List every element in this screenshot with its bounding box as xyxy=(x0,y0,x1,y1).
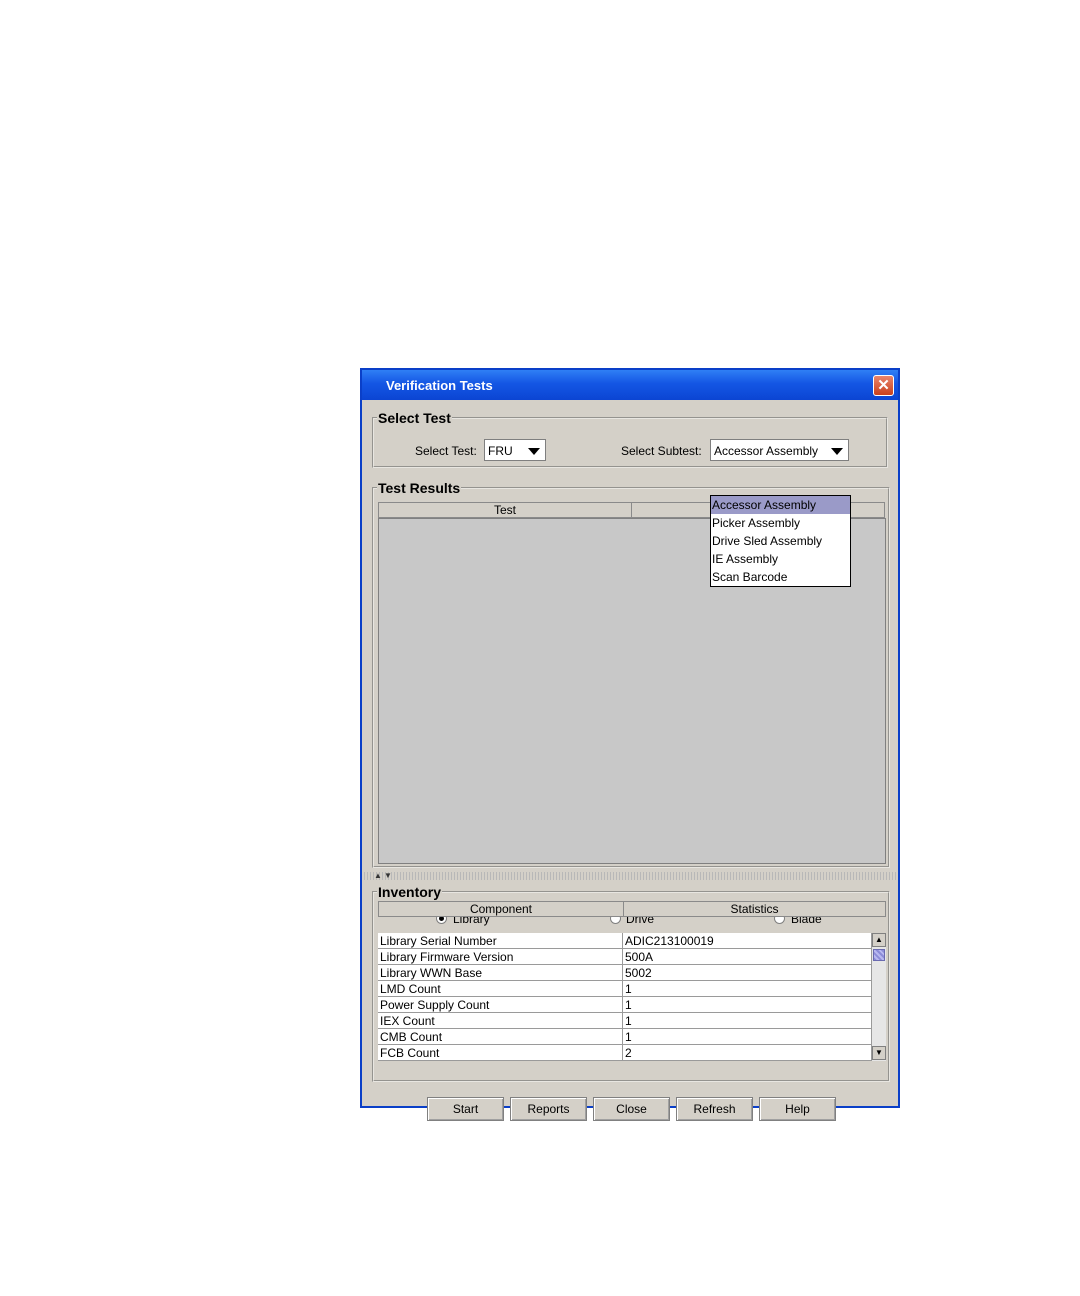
statistics-cell: 1 xyxy=(625,1030,632,1044)
select-test-combo[interactable]: FRU xyxy=(484,439,546,461)
component-cell: CMB Count xyxy=(380,1030,443,1044)
statistics-cell: 2 xyxy=(625,1046,632,1060)
dialog-body: Select Test Select Test: FRU Select Subt… xyxy=(364,402,896,1121)
table-row[interactable]: Library Firmware Version 500A xyxy=(378,949,871,965)
inventory-table: Library Serial Number ADIC213100019 Libra… xyxy=(378,933,871,1061)
component-cell: Library Firmware Version xyxy=(380,950,514,964)
dropdown-option[interactable]: Picker Assembly xyxy=(711,514,850,532)
table-row[interactable]: IEX Count 1 xyxy=(378,1013,871,1029)
scroll-up-button[interactable]: ▲ xyxy=(872,933,886,947)
statistics-cell: 1 xyxy=(625,998,632,1012)
start-button[interactable]: Start xyxy=(427,1097,504,1121)
select-test-label: Select Test: xyxy=(415,444,477,458)
component-cell: Power Supply Count xyxy=(380,998,490,1012)
split-pane-divider[interactable]: ▲ ▼ xyxy=(364,872,896,880)
test-results-group-label: Test Results xyxy=(378,480,461,496)
select-test-group-label: Select Test xyxy=(378,410,451,426)
dropdown-option[interactable]: IE Assembly xyxy=(711,550,850,568)
table-row[interactable]: LMD Count 1 xyxy=(378,981,871,997)
table-row[interactable]: Library Serial Number ADIC213100019 xyxy=(378,933,871,949)
dropdown-option[interactable]: Accessor Assembly xyxy=(711,496,850,514)
help-button[interactable]: Help xyxy=(759,1097,836,1121)
select-subtest-value: Accessor Assembly xyxy=(714,444,819,458)
close-button[interactable]: Close xyxy=(593,1097,670,1121)
close-window-button[interactable]: ✕ xyxy=(873,375,894,396)
select-subtest-label: Select Subtest: xyxy=(621,444,702,458)
statistics-cell: 500A xyxy=(625,950,654,964)
refresh-button[interactable]: Refresh xyxy=(676,1097,753,1121)
arrow-down-icon: ▼ xyxy=(875,1048,883,1057)
table-row[interactable]: CMB Count 1 xyxy=(378,1029,871,1045)
table-row[interactable]: Power Supply Count 1 xyxy=(378,997,871,1013)
inventory-scrollbar[interactable]: ▲ ▼ xyxy=(871,933,886,1061)
statistics-cell: 1 xyxy=(625,982,632,996)
arrow-up-icon: ▲ xyxy=(875,935,883,944)
scroll-thumb[interactable] xyxy=(873,949,885,961)
component-cell: FCB Count xyxy=(380,1046,440,1060)
subtest-dropdown-list: Accessor Assembly Picker Assembly Drive … xyxy=(710,495,851,587)
component-cell: IEX Count xyxy=(380,1014,435,1028)
table-row[interactable]: Library WWN Base 5002 xyxy=(378,965,871,981)
collapse-up-icon[interactable]: ▲ xyxy=(374,872,382,880)
select-subtest-combo[interactable]: Accessor Assembly xyxy=(710,439,849,461)
dropdown-option[interactable]: Scan Barcode xyxy=(711,568,850,586)
close-icon: ✕ xyxy=(877,377,890,394)
chevron-down-icon xyxy=(831,448,843,455)
verification-tests-dialog: Verification Tests ✕ Select Test Select … xyxy=(360,368,900,1121)
reports-button[interactable]: Reports xyxy=(510,1097,587,1121)
scroll-down-button[interactable]: ▼ xyxy=(872,1046,886,1060)
inventory-group-label: Inventory xyxy=(378,884,442,900)
select-test-value: FRU xyxy=(488,444,513,458)
component-column-header[interactable]: Component xyxy=(378,901,624,917)
statistics-cell: 5002 xyxy=(625,966,652,980)
dropdown-option[interactable]: Drive Sled Assembly xyxy=(711,532,850,550)
statistics-column-header[interactable]: Statistics xyxy=(623,901,886,917)
component-cell: LMD Count xyxy=(380,982,441,996)
statistics-cell: ADIC213100019 xyxy=(625,934,714,948)
test-column-header[interactable]: Test xyxy=(378,502,632,518)
statistics-cell: 1 xyxy=(625,1014,632,1028)
table-row[interactable]: FCB Count 2 xyxy=(378,1045,871,1061)
component-cell: Library WWN Base xyxy=(380,966,483,980)
window-title: Verification Tests xyxy=(386,378,493,393)
chevron-down-icon xyxy=(528,448,540,455)
collapse-down-icon[interactable]: ▼ xyxy=(384,872,392,880)
title-bar[interactable]: Verification Tests ✕ xyxy=(362,370,898,400)
component-cell: Library Serial Number xyxy=(380,934,497,948)
